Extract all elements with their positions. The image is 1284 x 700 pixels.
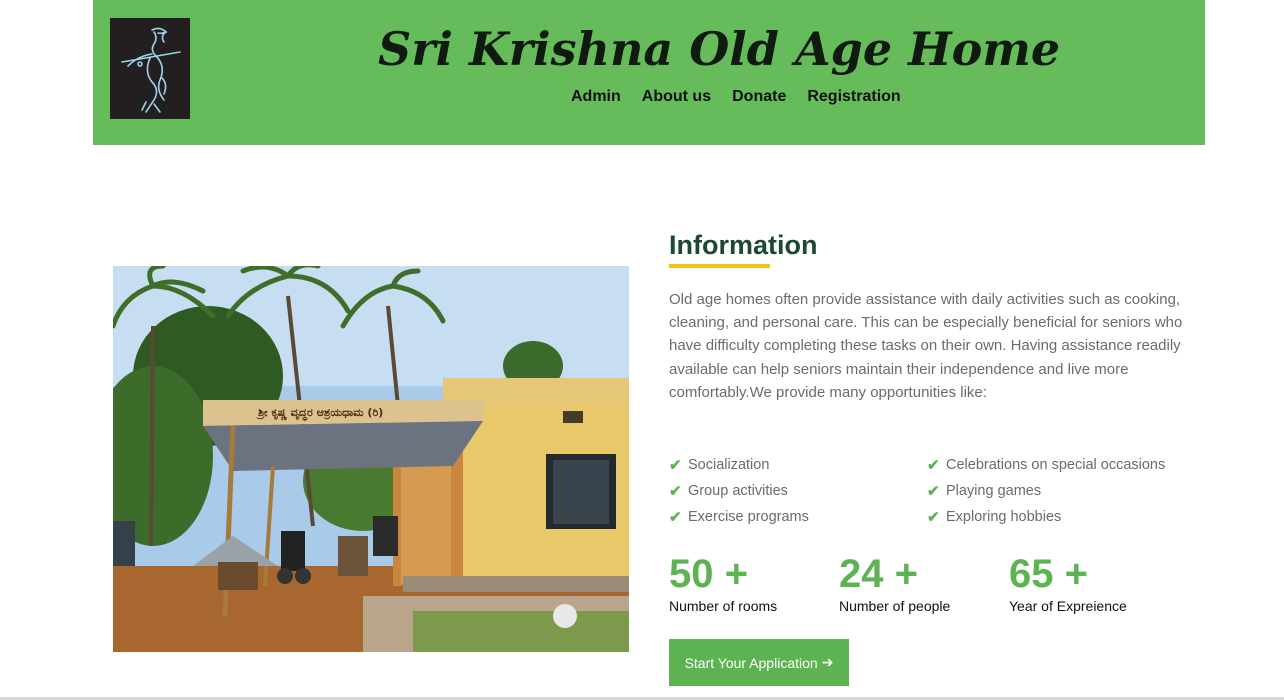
nav-registration[interactable]: Registration (807, 88, 900, 106)
site-header: Sri Krishna Old Age Home Admin About us … (93, 0, 1205, 145)
main-nav: Admin About us Donate Registration (571, 88, 901, 106)
title-underline (669, 264, 770, 268)
nav-about-us[interactable]: About us (642, 88, 711, 106)
stat-label: Number of people (839, 598, 951, 614)
list-item: ✔ Group activities (669, 483, 788, 500)
photo-sign-text: ಶ್ರೀ ಕೃಷ್ಣ ವೃದ್ಧರ ಆಶ್ರಯಧಾಮ (ರಿ) (256, 406, 383, 421)
list-item: ✔ Celebrations on special occasions (927, 457, 1166, 474)
check-icon: ✔ (669, 509, 682, 526)
info-title: Information (669, 230, 818, 260)
stat-people: 24 + Number of people (839, 550, 1009, 614)
list-item: ✔ Socialization (669, 457, 770, 474)
stats-row: 50 + Number of rooms 24 + Number of peop… (669, 550, 1179, 614)
check-icon: ✔ (927, 483, 940, 500)
stat-rooms: 50 + Number of rooms (669, 550, 839, 614)
krishna-flute-logo-icon[interactable] (110, 18, 190, 119)
stat-value: 50 + (669, 552, 748, 596)
start-application-label: Start Your Application (684, 654, 818, 671)
arrow-right-icon: ➔ (821, 654, 834, 670)
nav-donate[interactable]: Donate (732, 88, 786, 106)
building-photo: ಶ್ರೀ ಕೃಷ್ಣ ವೃದ್ಧರ ಆಶ್ರಯಧಾಮ (ರಿ) (113, 266, 629, 652)
stat-label: Year of Expreience (1009, 598, 1127, 614)
list-item: ✔ Exploring hobbies (927, 509, 1062, 526)
nav-admin[interactable]: Admin (571, 88, 621, 106)
check-icon: ✔ (927, 457, 940, 474)
check-icon: ✔ (669, 483, 682, 500)
features-list: ✔ Socialization ✔ Celebrations on special … (669, 455, 1199, 527)
stat-value: 65 + (1009, 552, 1088, 596)
stat-experience: 65 + Year of Expreience (1009, 550, 1179, 614)
info-paragraph: Old age homes often provide assistance w… (669, 291, 1183, 401)
list-item: ✔ Playing games (927, 483, 1042, 500)
start-application-button[interactable]: Start Your Application ➔ (669, 639, 849, 686)
stat-value: 24 + (839, 552, 918, 596)
site-title: Sri Krishna Old Age Home (378, 22, 1061, 76)
check-icon: ✔ (927, 509, 940, 526)
list-item: ✔ Exercise programs (669, 509, 809, 526)
check-icon: ✔ (669, 457, 682, 474)
stat-label: Number of rooms (669, 598, 778, 614)
